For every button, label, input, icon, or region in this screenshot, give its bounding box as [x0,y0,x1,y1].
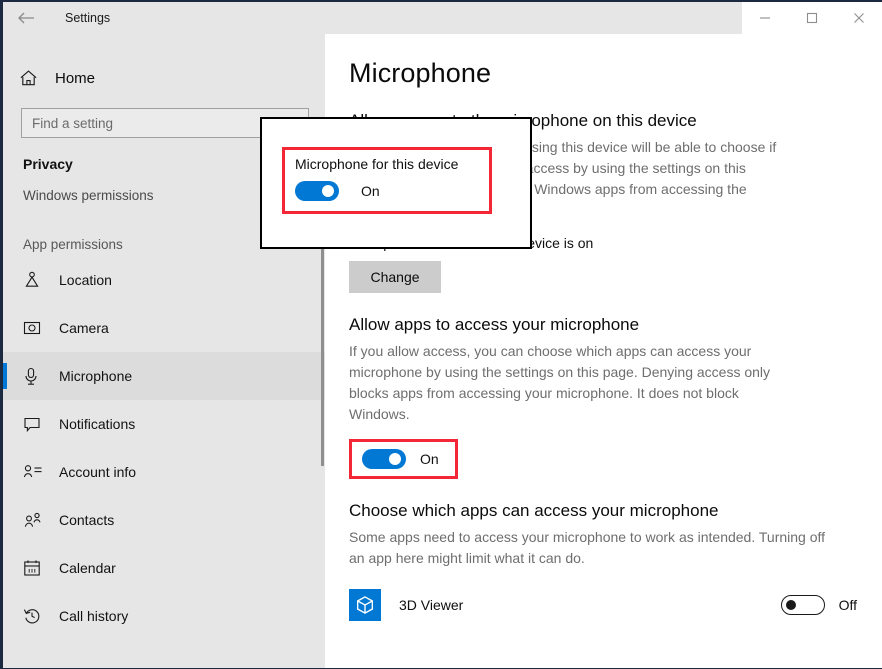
sidebar-item-label: Calendar [59,560,116,576]
choose-section-heading: Choose which apps can access your microp… [349,501,719,520]
account-info-icon [23,464,51,480]
toggle-switch-on[interactable] [362,449,406,469]
sidebar-item-home[interactable]: Home [3,58,325,98]
sidebar-item-label: Account info [59,464,137,480]
contacts-icon [23,512,51,529]
toggle-state-label: On [361,183,380,199]
back-arrow-icon [18,12,34,24]
sidebar-item-microphone[interactable]: Microphone [3,352,325,400]
sidebar-item-account-info[interactable]: Account info [3,448,325,496]
sidebar-item-location[interactable]: Location [3,256,325,304]
sidebar-item-notifications[interactable]: Notifications [3,400,325,448]
apps-section-heading: Allow apps to access your microphone [349,315,640,334]
toggle-state-label: On [420,451,439,467]
title-bar-left: Settings [3,2,325,34]
minimize-icon [760,17,771,19]
choose-section-body: Some apps need to access your microphone… [349,529,826,566]
close-button[interactable] [835,2,882,34]
callout-annotation-box: Microphone for this device On [282,147,492,214]
sidebar-item-label: Camera [59,320,109,336]
callout-label: Microphone for this device [295,156,459,172]
app-list-item-3d-viewer: 3D Viewer Off [349,589,857,621]
minimize-button[interactable] [742,2,789,34]
page-title: Microphone [349,58,492,88]
toggle-switch-off[interactable] [780,595,825,615]
maximize-icon [806,12,818,24]
sidebar-item-label: Location [59,272,112,288]
callout-popup: Microphone for this device On [260,117,532,249]
toggle-knob [322,185,334,197]
change-button[interactable]: Change [349,261,441,293]
microphone-icon [23,367,51,386]
apps-access-toggle[interactable]: On [362,449,439,469]
home-label: Home [55,69,96,87]
sidebar-item-call-history[interactable]: Call history [3,592,325,640]
back-button[interactable] [3,2,49,34]
window-controls [742,2,882,34]
toggle-knob [785,599,796,610]
sidebar-item-calendar[interactable]: Calendar [3,544,325,592]
toggle-state-label: Off [838,597,857,613]
window-title: Settings [65,11,111,25]
close-icon [853,13,864,23]
location-icon [23,271,51,289]
app-name-label: 3D Viewer [399,597,464,613]
title-bar: Settings [3,2,882,34]
sidebar-item-label: Contacts [59,512,115,528]
sidebar-item-label: Call history [59,608,129,624]
camera-icon [23,320,51,336]
toggle-knob [389,453,401,465]
home-icon [19,69,49,87]
settings-window: Settings Home Find a setting Privacy Win… [0,0,882,669]
call-history-icon [23,607,51,625]
calendar-icon [23,559,51,577]
sidebar-item-label: Microphone [59,368,133,384]
sidebar-item-label: Notifications [59,416,136,432]
sidebar-item-contacts[interactable]: Contacts [3,496,325,544]
maximize-button[interactable] [789,2,836,34]
toggle-switch-on[interactable] [295,181,339,201]
sidebar-item-camera[interactable]: Camera [3,304,325,352]
apps-toggle-annotation: On [349,439,458,479]
callout-device-toggle[interactable]: On [295,181,481,201]
notification-icon [23,416,51,433]
cube-icon [349,589,381,621]
app-access-toggle[interactable]: Off [780,595,857,615]
apps-section-body: If you allow access, you can choose whic… [349,343,771,422]
